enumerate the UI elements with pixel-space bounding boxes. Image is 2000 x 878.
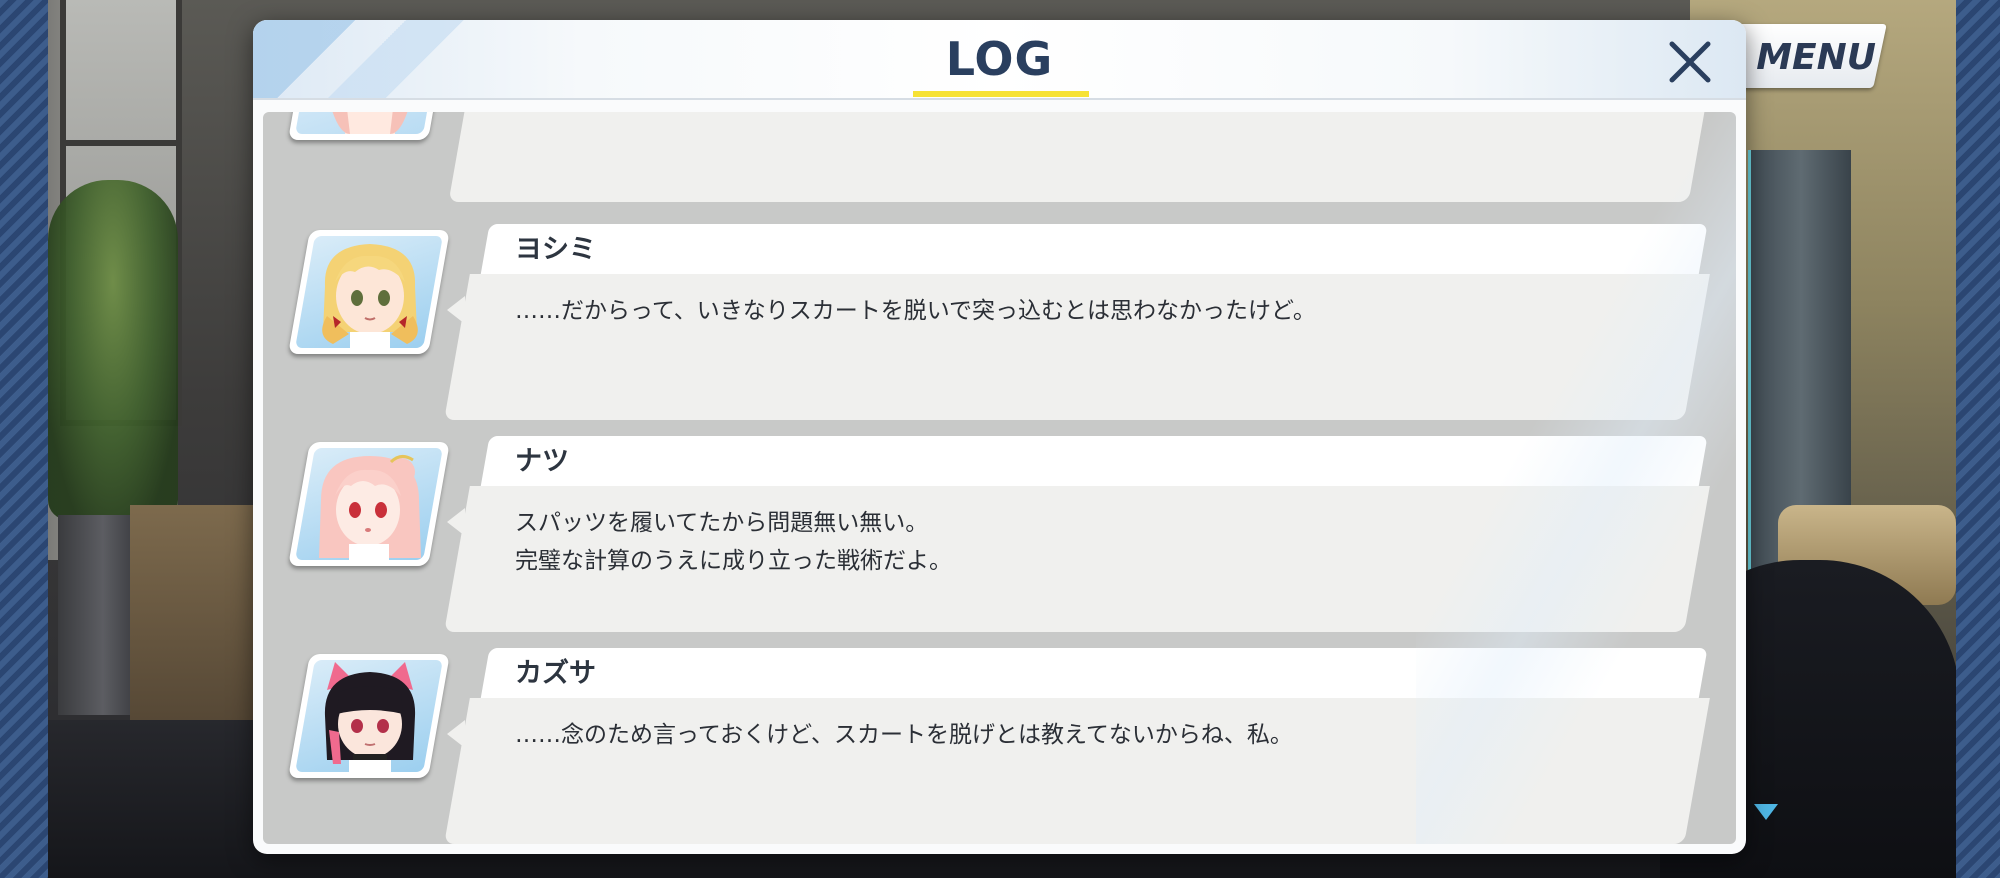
menu-button-label[interactable]: MENU	[1746, 30, 1876, 86]
message-line: 完璧な計算のうえに成り立った戦術だよ。	[515, 548, 952, 574]
log-entry: ナツ スパッツを履いてたから問題無い無い。 完璧な計算のうえに成り立った戦術だよ…	[263, 436, 1736, 634]
yoshimi-portrait	[322, 244, 418, 348]
log-entry-partial	[263, 112, 1736, 216]
name-plate	[480, 224, 1708, 276]
speaker-name: カズサ	[515, 658, 596, 689]
advance-arrow-icon	[1754, 804, 1778, 820]
message-text: ……念のため言っておくけど、スカートを脱げとは教えてないからね、私。	[515, 716, 1293, 754]
screen-edge-left	[0, 0, 48, 878]
close-button[interactable]	[1658, 32, 1720, 94]
message-text: ……だからって、いきなりスカートを脱いで突っ込むとは思わなかったけど。	[515, 292, 1316, 330]
bubble-tail	[447, 296, 465, 324]
natsu-portrait	[319, 455, 421, 560]
avatar	[288, 654, 450, 778]
title-underline	[913, 91, 1089, 97]
speaker-name: ヨシミ	[515, 234, 596, 265]
dialog-title: LOG	[945, 32, 1054, 86]
kazusa-portrait	[324, 662, 416, 772]
message-line: ……だからって、いきなりスカートを脱いで突っ込むとは思わなかったけど。	[515, 298, 1316, 324]
log-dialog: LOG ヨシミ ……だからって、いきなりスカートを脱いで突っ込むとは思わなかった…	[253, 20, 1746, 854]
log-entry: カズサ ……念のため言っておくけど、スカートを脱げとは教えてないからね、私。	[263, 648, 1736, 844]
log-entry: ヨシミ ……だからって、いきなりスカートを脱いで突っ込むとは思わなかったけど。	[263, 224, 1736, 422]
bubble-tail	[447, 508, 465, 536]
potted-plant	[48, 180, 178, 520]
message-text: スパッツを履いてたから問題無い無い。 完璧な計算のうえに成り立った戦術だよ。	[515, 504, 952, 580]
avatar	[288, 230, 450, 354]
bubble-tail	[447, 720, 465, 748]
header-divider	[253, 98, 1746, 100]
avatar	[288, 442, 450, 566]
dialog-header: LOG	[253, 20, 1746, 100]
message-line: スパッツを履いてたから問題無い無い。	[515, 510, 929, 536]
name-plate	[480, 648, 1708, 700]
message-bubble-partial	[448, 112, 1706, 202]
message-line: ……念のため言っておくけど、スカートを脱げとは教えてないからね、私。	[515, 722, 1293, 748]
speaker-name: ナツ	[515, 446, 569, 477]
log-scroll-area[interactable]: ヨシミ ……だからって、いきなりスカートを脱いで突っ込むとは思わなかったけど。	[263, 112, 1736, 844]
screen-edge-right	[1956, 0, 2000, 878]
close-icon	[1669, 41, 1711, 83]
name-plate	[480, 436, 1708, 488]
avatar-partial	[288, 112, 450, 140]
